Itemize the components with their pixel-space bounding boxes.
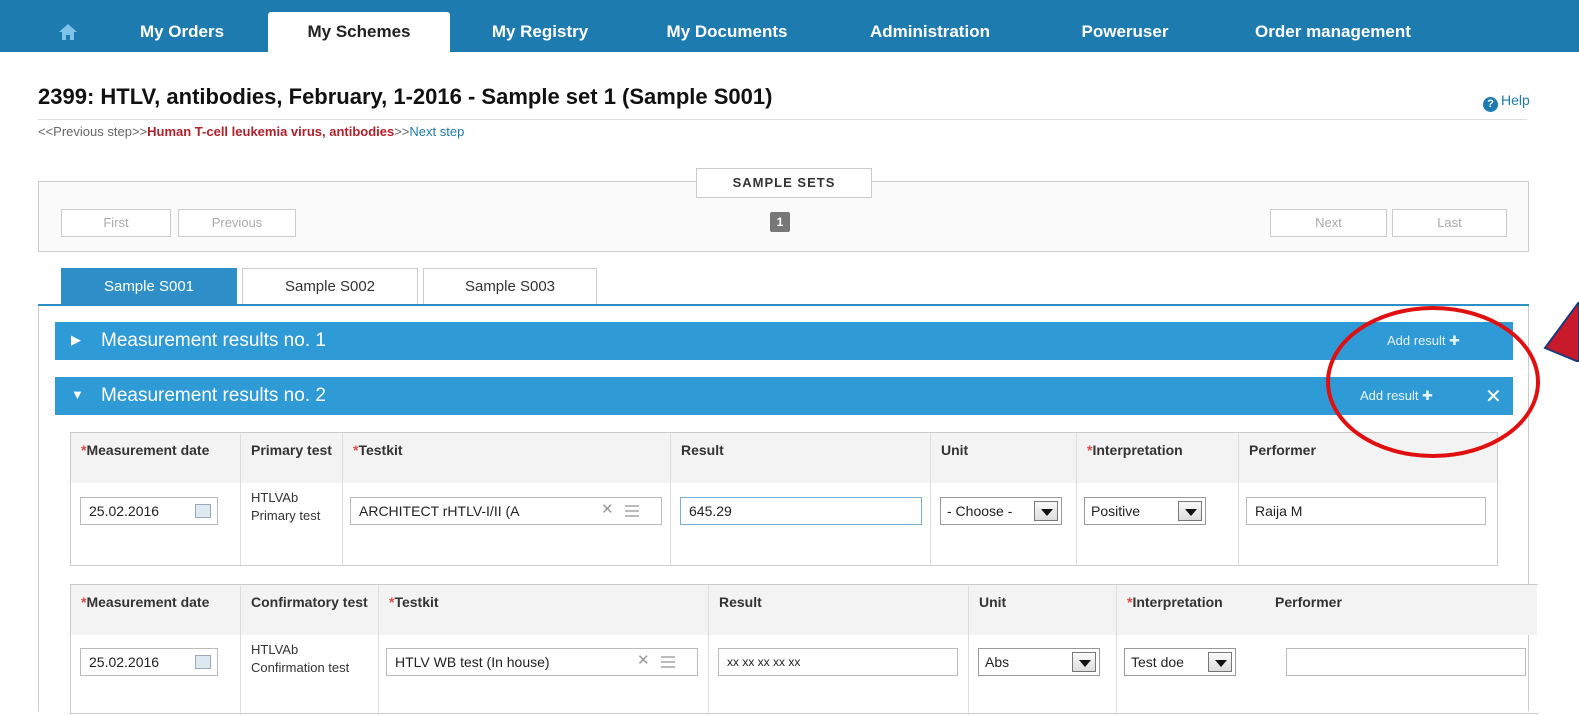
header-interpretation: *Interpretation (1077, 433, 1239, 483)
testkit-input[interactable]: ARCHITECT rHTLV-I/II (A (350, 497, 662, 525)
nav-tab-my-schemes[interactable]: My Schemes (268, 12, 450, 52)
help-icon: ? (1483, 97, 1498, 112)
nav-tab-poweruser[interactable]: Poweruser (1040, 12, 1210, 52)
dropdown-arrow-icon[interactable] (1034, 501, 1058, 521)
header-testkit: *Testkit (379, 585, 709, 635)
breadcrumb-separator: >> (394, 124, 410, 139)
next-button[interactable]: Next (1270, 209, 1387, 237)
next-step-link[interactable]: Next step (409, 124, 464, 139)
clear-icon[interactable]: ✕ (637, 651, 650, 669)
breadcrumb: <<Previous step>>Human T-cell leukemia v… (38, 124, 464, 139)
dropdown-arrow-icon[interactable] (1208, 652, 1232, 672)
primary-test-value: HTLVAb Primary test (241, 483, 343, 565)
title-divider (38, 119, 1527, 120)
header-unit: Unit (931, 433, 1077, 483)
tab-sample-s003[interactable]: Sample S003 (423, 268, 597, 306)
page-title: 2399: HTLV, antibodies, February, 1-2016… (38, 84, 773, 109)
help-label: Help (1501, 92, 1530, 108)
performer-input[interactable] (1286, 648, 1526, 676)
nav-tab-my-documents[interactable]: My Documents (632, 12, 822, 52)
result-input[interactable]: xx xx xx xx xx (718, 648, 958, 676)
sample-sets-title: SAMPLE SETS (696, 168, 872, 198)
expand-icon[interactable]: ▶ (71, 332, 81, 348)
interpretation-select[interactable]: Positive (1084, 497, 1206, 525)
previous-step-link[interactable]: <<Previous step>> (38, 124, 147, 139)
measurement-title-1: Measurement results no. 1 (101, 330, 326, 351)
list-icon[interactable] (625, 502, 639, 518)
header-performer: Performer (1267, 585, 1537, 635)
calendar-icon[interactable] (195, 504, 211, 518)
nav-tab-administration[interactable]: Administration (840, 12, 1020, 52)
header-interpretation: *Interpretation (1117, 585, 1267, 635)
result-input[interactable]: 645.29 (680, 497, 922, 525)
home-icon[interactable] (58, 22, 78, 42)
header-primary-test: Primary test (241, 433, 343, 483)
annotation-arrow-icon (1543, 302, 1579, 362)
unit-select[interactable]: Abs (978, 648, 1100, 676)
list-icon[interactable] (661, 653, 675, 669)
measurement-bar-2[interactable]: ▼ Measurement results no. 2 Add result ✚… (55, 377, 1513, 415)
nav-tab-my-orders[interactable]: My Orders (112, 12, 252, 52)
header-unit: Unit (969, 585, 1117, 635)
header-confirmatory-test: Confirmatory test (241, 585, 379, 635)
header-result: Result (709, 585, 969, 635)
collapse-icon[interactable]: ▼ (71, 387, 84, 402)
page-number[interactable]: 1 (770, 212, 790, 232)
top-nav: My Orders My Schemes My Registry My Docu… (0, 0, 1579, 52)
tab-sample-s002[interactable]: Sample S002 (242, 268, 418, 306)
first-button[interactable]: First (61, 209, 171, 237)
performer-input[interactable]: Raija M (1246, 497, 1486, 525)
testkit-input[interactable]: HTLV WB test (In house) (386, 648, 698, 676)
help-link[interactable]: ? Help (1483, 92, 1530, 112)
annotation-circle (1326, 306, 1540, 458)
dropdown-arrow-icon[interactable] (1178, 501, 1202, 521)
calendar-icon[interactable] (195, 655, 211, 669)
header-result: Result (671, 433, 931, 483)
measurement-title-2: Measurement results no. 2 (101, 385, 326, 406)
measurement-bar-1[interactable]: ▶ Measurement results no. 1 Add result ✚ (55, 322, 1513, 360)
last-button[interactable]: Last (1392, 209, 1507, 237)
nav-tab-order-management[interactable]: Order management (1212, 12, 1454, 52)
header-measurement-date: *Measurement date (71, 433, 241, 483)
nav-tab-my-registry[interactable]: My Registry (460, 12, 620, 52)
previous-button[interactable]: Previous (178, 209, 296, 237)
header-testkit: *Testkit (343, 433, 671, 483)
breadcrumb-current: Human T-cell leukemia virus, antibodies (147, 124, 395, 139)
dropdown-arrow-icon[interactable] (1072, 652, 1096, 672)
clear-icon[interactable]: ✕ (601, 500, 614, 518)
header-measurement-date: *Measurement date (71, 585, 241, 635)
confirmatory-test-value: HTLVAb Confirmation test (241, 635, 379, 715)
tab-sample-s001[interactable]: Sample S001 (61, 268, 237, 306)
interpretation-select[interactable]: Test doe (1124, 648, 1236, 676)
unit-select[interactable]: - Choose - (940, 497, 1062, 525)
